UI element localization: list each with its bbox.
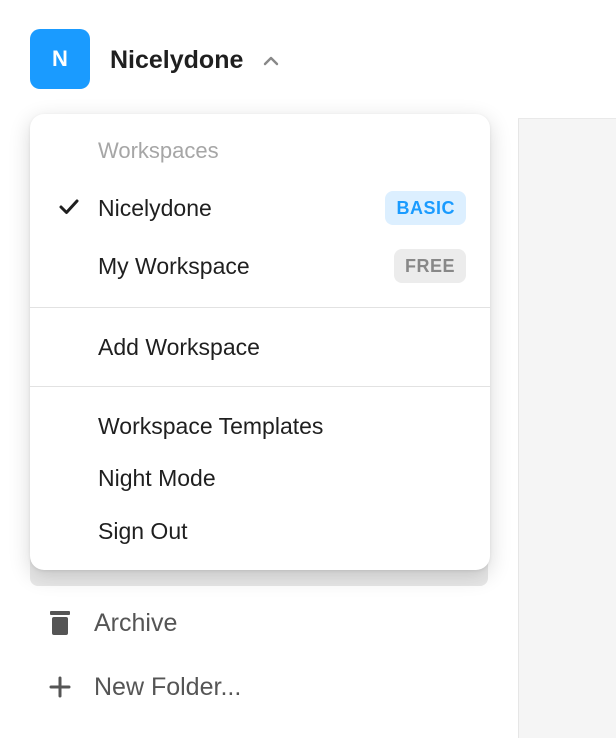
workspace-option-label: Nicelydone <box>98 194 212 221</box>
plan-badge: BASIC <box>385 191 466 225</box>
workspace-templates-item[interactable]: Workspace Templates <box>30 404 490 448</box>
menu-item-label: Sign Out <box>98 517 188 544</box>
menu-item-label: Night Mode <box>98 464 216 491</box>
app-window: N Nicelydone Archive New Folder... Works… <box>0 0 616 738</box>
add-workspace-item[interactable]: Add Workspace <box>30 325 490 369</box>
sidebar-item-new-folder[interactable]: New Folder... <box>30 662 488 712</box>
checkmark-icon <box>59 199 79 214</box>
plus-icon <box>49 676 71 698</box>
menu-divider <box>30 307 490 308</box>
sidebar-item-archive[interactable]: Archive <box>30 598 488 648</box>
menu-divider <box>30 386 490 387</box>
trash-icon <box>50 611 70 635</box>
workspace-option-label: My Workspace <box>98 252 250 279</box>
workspace-option-my-workspace[interactable]: My Workspace FREE <box>30 244 490 288</box>
workspace-option-nicelydone[interactable]: Nicelydone BASIC <box>30 186 490 230</box>
workspace-header: N Nicelydone <box>0 0 518 118</box>
plan-badge: FREE <box>393 249 466 283</box>
workspace-avatar[interactable]: N <box>30 29 90 89</box>
workspace-dropdown-menu: Workspaces Nicelydone BASIC My Workspace… <box>30 114 490 570</box>
menu-section-heading: Workspaces <box>98 138 219 163</box>
workspace-switcher-title[interactable]: Nicelydone <box>110 44 243 76</box>
night-mode-item[interactable]: Night Mode <box>30 456 490 500</box>
menu-item-label: Add Workspace <box>98 333 260 360</box>
chevron-up-icon[interactable] <box>262 54 280 68</box>
sidebar-item-label: Archive <box>94 608 178 637</box>
menu-item-label: Workspace Templates <box>98 412 324 439</box>
sidebar-item-label: New Folder... <box>94 672 242 701</box>
main-content-pane <box>518 119 616 738</box>
sign-out-item[interactable]: Sign Out <box>30 509 490 553</box>
